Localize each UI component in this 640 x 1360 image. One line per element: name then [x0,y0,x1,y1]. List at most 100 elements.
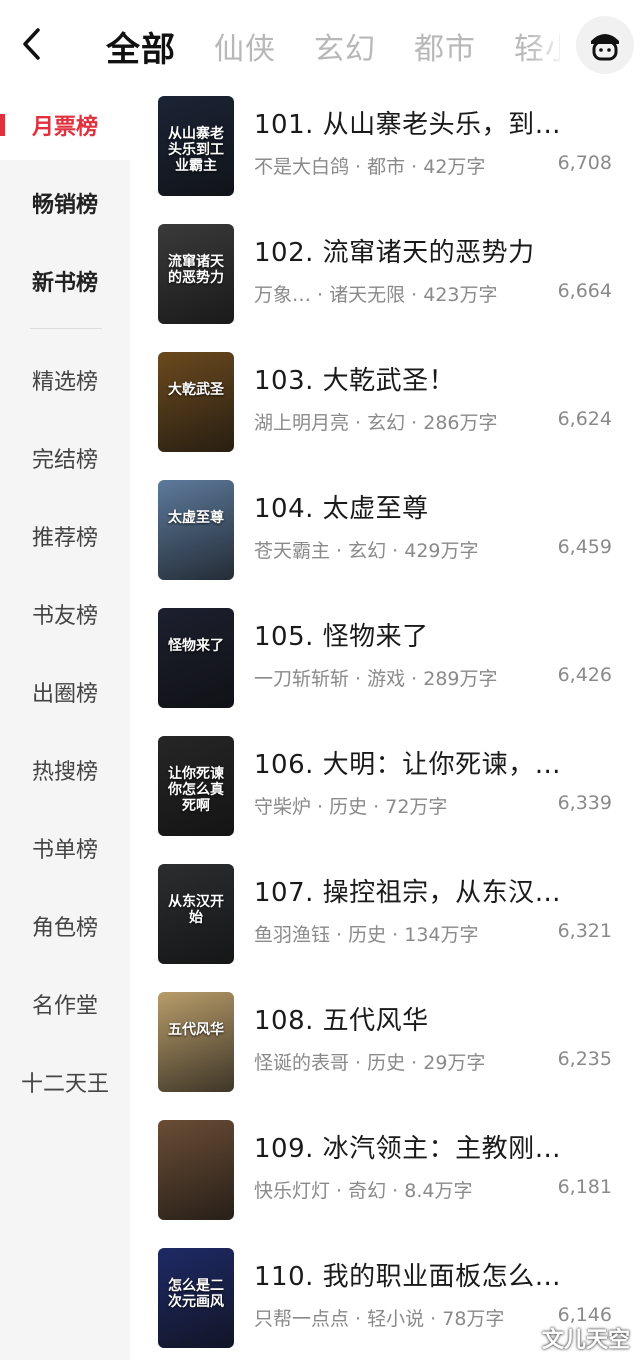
book-title: 103. 大乾武圣！ [254,366,456,396]
tab-label: 玄幻 [314,32,376,67]
book-row[interactable]: 太虚至尊 104. 太虚至尊 苍天霸主 · 玄幻 · 429万字 6,459 [130,474,640,602]
avatar[interactable] [576,16,634,74]
book-title: 108. 五代风华 [254,1006,429,1036]
book-title: 105. 怪物来了 [254,622,429,652]
sidebar-item-label: 热搜榜 [31,760,98,785]
book-cover [158,1120,234,1220]
book-title: 104. 太虚至尊 [254,494,429,524]
sidebar-item-reader-friends[interactable]: 书友榜 [0,579,130,649]
sidebar-item-label: 精选榜 [31,370,98,395]
sidebar-item-label: 十二天王 [20,1072,109,1097]
book-cover: 让你死谏 你怎么真死啊 [158,736,234,836]
sidebar-item-label: 推荐榜 [31,526,98,551]
avatar-face-icon [591,34,619,61]
watermark: 文儿天空 [541,1328,630,1353]
tab-label: 全部 [106,29,176,70]
vote-count: 6,321 [557,920,612,942]
book-meta: 鱼羽渔钰 · 历史 · 134万字 [254,924,479,946]
book-cover: 从东汉开始 [158,864,234,964]
cover-title: 从东汉开始 [168,894,224,926]
sidebar-item-completed[interactable]: 完结榜 [0,423,130,493]
book-cover: 怪物来了 [158,608,234,708]
vote-count: 6,459 [557,536,612,558]
book-cover: 从山寨老头乐到工业霸主 [158,96,234,196]
book-row[interactable]: 流窜诸天的恶势力 102. 流窜诸天的恶势力 万象… · 诸天无限 · 423万… [130,218,640,346]
vote-count: 6,339 [557,792,612,814]
cover-title: 怎么是二次元画风 [168,1278,224,1310]
sidebar-item-label: 书友榜 [31,604,98,629]
book-cover: 大乾武圣 [158,352,234,452]
active-indicator [0,114,5,136]
app: 全部 仙侠 玄幻 都市 轻小说 月票榜 畅销榜 新书榜 [0,0,640,1360]
cover-title: 从山寨老头乐到工业霸主 [168,126,224,174]
sidebar-item-recommended[interactable]: 推荐榜 [0,501,130,571]
book-row[interactable]: 从山寨老头乐到工业霸主 101. 从山寨老头乐，到… 不是大白鸽 · 都市 · … [130,90,640,218]
vote-count: 6,664 [557,280,612,302]
book-row[interactable]: 从东汉开始 107. 操控祖宗，从东汉… 鱼羽渔钰 · 历史 · 134万字 6… [130,858,640,986]
book-title: 109. 冰汽领主：主教刚… [254,1134,562,1164]
book-meta: 守柴炉 · 历史 · 72万字 [254,796,448,818]
book-row[interactable]: 怪物来了 105. 怪物来了 一刀斩斩斩 · 游戏 · 289万字 6,426 [130,602,640,730]
sidebar-item-label: 角色榜 [31,916,98,941]
cover-title: 太虚至尊 [168,510,224,526]
book-cover: 怎么是二次元画风 [158,1248,234,1348]
tab-label: 仙侠 [214,32,276,67]
sidebar-item-hall-of-fame[interactable]: 名作堂 [0,969,130,1039]
book-meta: 不是大白鸽 · 都市 · 42万字 [254,156,486,178]
ranking-sidebar: 月票榜 畅销榜 新书榜 精选榜 完结榜 推荐榜 书友榜 出圈榜 热搜榜 书单榜 [0,90,130,1360]
book-meta: 只帮一点点 · 轻小说 · 78万字 [254,1308,505,1330]
book-cover: 太虚至尊 [158,480,234,580]
sidebar-item-twelve-kings[interactable]: 十二天王 [0,1047,130,1117]
category-tabs: 全部 仙侠 玄幻 都市 轻小说 [100,18,560,74]
tab-xuanhuan[interactable]: 玄幻 [314,24,376,68]
book-meta: 怪诞的表哥 · 历史 · 29万字 [254,1052,486,1074]
sidebar-item-booklist[interactable]: 书单榜 [0,813,130,883]
book-meta: 快乐灯灯 · 奇幻 · 8.4万字 [254,1180,473,1202]
book-row[interactable]: 让你死谏 你怎么真死啊 106. 大明：让你死谏，… 守柴炉 · 历史 · 72… [130,730,640,858]
book-row[interactable]: 大乾武圣 103. 大乾武圣！ 湖上明月亮 · 玄幻 · 286万字 6,624 [130,346,640,474]
sidebar-item-characters[interactable]: 角色榜 [0,891,130,961]
top-bar: 全部 仙侠 玄幻 都市 轻小说 [0,0,640,90]
book-meta: 一刀斩斩斩 · 游戏 · 289万字 [254,668,498,690]
vote-count: 6,235 [557,1048,612,1070]
vote-count: 6,181 [557,1176,612,1198]
sidebar-item-label: 月票榜 [31,115,98,140]
book-title: 106. 大明：让你死谏，… [254,750,562,780]
cover-title: 五代风华 [168,1022,224,1038]
sidebar-item-label: 畅销榜 [31,193,98,218]
sidebar-item-label: 新书榜 [31,271,98,296]
sidebar-item-label: 书单榜 [31,838,98,863]
book-title: 107. 操控祖宗，从东汉… [254,878,562,908]
book-row[interactable]: 109. 冰汽领主：主教刚… 快乐灯灯 · 奇幻 · 8.4万字 6,181 [130,1114,640,1242]
cover-title: 流窜诸天的恶势力 [168,254,224,286]
book-cover: 流窜诸天的恶势力 [158,224,234,324]
sidebar-item-breakout[interactable]: 出圈榜 [0,657,130,727]
vote-count: 6,624 [557,408,612,430]
book-list: 从山寨老头乐到工业霸主 101. 从山寨老头乐，到… 不是大白鸽 · 都市 · … [130,90,640,1360]
tab-xianxia[interactable]: 仙侠 [214,24,276,68]
cover-title: 让你死谏 你怎么真死啊 [168,766,224,814]
book-row[interactable]: 五代风华 108. 五代风华 怪诞的表哥 · 历史 · 29万字 6,235 [130,986,640,1114]
sidebar-item-label: 名作堂 [31,994,98,1019]
book-meta: 万象… · 诸天无限 · 423万字 [254,284,498,306]
book-meta: 苍天霸主 · 玄幻 · 429万字 [254,540,479,562]
tab-label: 都市 [414,32,476,67]
sidebar-item-label: 出圈榜 [31,682,98,707]
sidebar-item-hot-search[interactable]: 热搜榜 [0,735,130,805]
tabs-fade [528,18,568,74]
sidebar-item-new-books[interactable]: 新书榜 [0,246,130,316]
tab-all[interactable]: 全部 [106,22,176,71]
back-button[interactable] [10,22,54,66]
book-title: 102. 流窜诸天的恶势力 [254,238,535,268]
sidebar-item-label: 完结榜 [31,448,98,473]
cover-title: 大乾武圣 [168,382,224,398]
vote-count: 6,426 [557,664,612,686]
sidebar-item-monthly-ticket[interactable]: 月票榜 [0,90,130,160]
tab-dushi[interactable]: 都市 [414,24,476,68]
sidebar-divider [30,328,102,329]
sidebar-item-featured[interactable]: 精选榜 [0,345,130,415]
book-title: 101. 从山寨老头乐，到… [254,110,562,140]
book-title: 110. 我的职业面板怎么… [254,1262,562,1292]
sidebar-item-bestseller[interactable]: 畅销榜 [0,168,130,238]
book-meta: 湖上明月亮 · 玄幻 · 286万字 [254,412,498,434]
